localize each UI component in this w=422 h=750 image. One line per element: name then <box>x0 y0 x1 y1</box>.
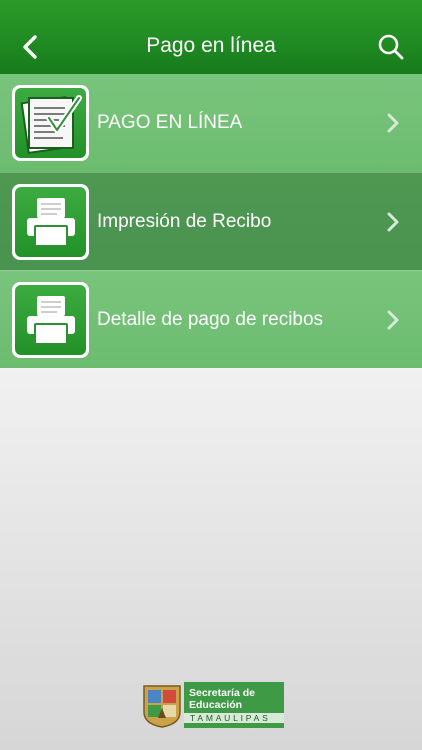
menu-item-icon-frame <box>12 282 89 358</box>
menu-item-label: PAGO EN LÍNEA <box>97 112 243 133</box>
menu-item-label: Impresión de Recibo <box>97 211 272 232</box>
logo-line-3: TAMAULIPAS <box>184 713 284 723</box>
secretaria-educacion-logo: Secretaría de Educación TAMAULIPAS <box>140 682 284 728</box>
menu-item-impresion-de-recibo[interactable]: Impresión de Recibo <box>0 172 422 270</box>
logo-line-1: Secretaría de <box>189 687 255 699</box>
printer-icon <box>26 296 75 345</box>
checklist-document-icon <box>20 95 82 154</box>
menu-item-icon-frame <box>12 184 89 260</box>
logo-wordmark: Secretaría de Educación TAMAULIPAS <box>184 682 284 728</box>
printer-icon <box>26 198 75 247</box>
page-title: Pago en línea <box>146 34 276 57</box>
menu-item-label: Detalle de pago de recibos <box>97 309 324 330</box>
logo-line-2: Educación <box>189 699 243 711</box>
menu-item-icon-frame <box>12 85 89 161</box>
chevron-right-icon <box>387 212 399 232</box>
chevron-right-icon <box>387 113 399 133</box>
coat-of-arms-icon <box>143 685 181 728</box>
search-icon <box>378 34 404 60</box>
menu-item-pago-en-linea[interactable]: PAGO EN LÍNEA <box>0 74 422 172</box>
menu-list: PAGO EN LÍNEA Impresión de Recibo Detall… <box>0 74 422 368</box>
menu-item-detalle-de-pago[interactable]: Detalle de pago de recibos <box>0 270 422 368</box>
chevron-right-icon <box>387 310 399 330</box>
nav-bar: Pago en línea <box>0 0 422 74</box>
search-button[interactable] <box>374 30 408 64</box>
